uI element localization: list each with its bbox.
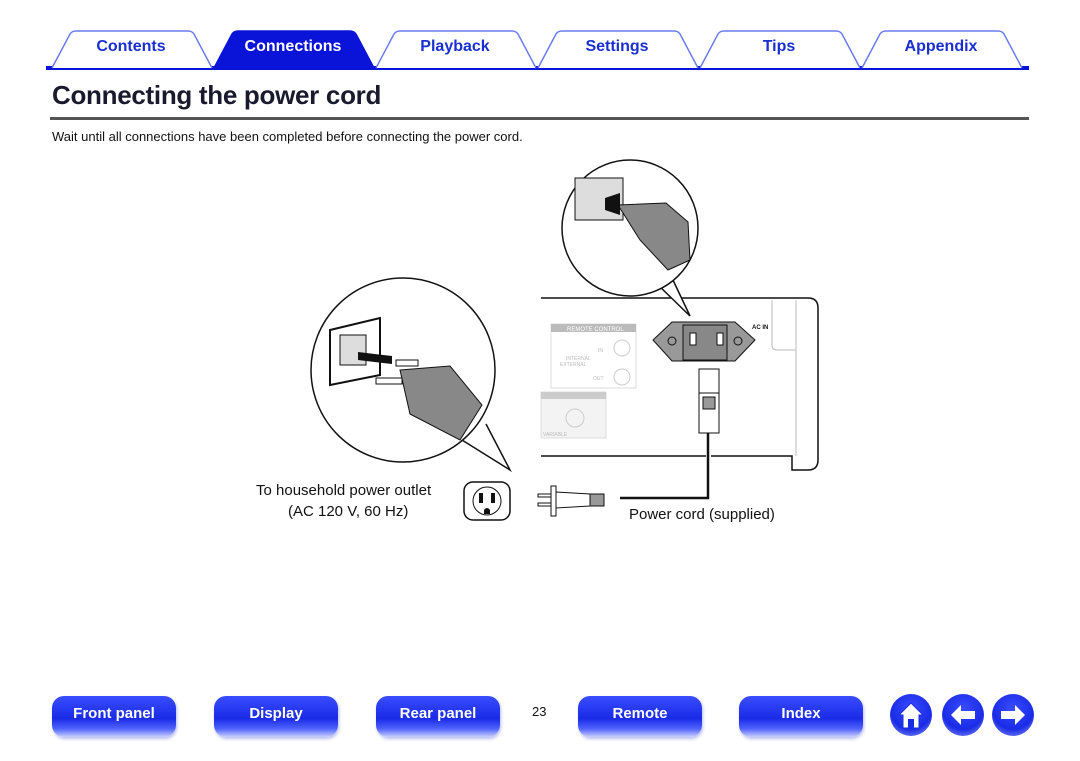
outlet-voltage-label: (AC 120 V, 60 Hz): [288, 503, 409, 520]
home-icon: [897, 702, 925, 729]
rear-panel-button[interactable]: Rear panel: [376, 696, 500, 737]
power-cord-diagram: REMOTE CONTROL IN OUT INTERNAL EXTERNAL …: [310, 159, 819, 521]
tab-label: Contents: [96, 38, 166, 55]
button-label: Display: [249, 705, 303, 722]
tab-appendix[interactable]: Appendix: [860, 30, 1023, 69]
tab-label: Appendix: [904, 38, 978, 55]
tab-tips[interactable]: Tips: [698, 30, 861, 69]
home-button[interactable]: [890, 694, 932, 736]
remote-control-label: REMOTE CONTROL: [567, 327, 624, 333]
plug-icon: [537, 485, 605, 517]
in-label: IN: [598, 348, 603, 354]
display-button[interactable]: Display: [214, 696, 338, 737]
arrow-right-icon: [1001, 705, 1025, 725]
external-label: EXTERNAL: [560, 362, 587, 368]
out-label: OUT: [593, 376, 604, 382]
wall-outlet-closeup: [310, 277, 512, 473]
tab-label: Tips: [762, 38, 796, 55]
page-number: 23: [532, 704, 547, 719]
outlet-icon: [463, 481, 511, 521]
tab-connections[interactable]: Connections: [212, 30, 376, 69]
device-rear-panel: REMOTE CONTROL IN OUT INTERNAL EXTERNAL …: [540, 297, 819, 500]
button-label: Index: [781, 705, 821, 722]
back-button[interactable]: [942, 694, 984, 736]
power-cord-label: Power cord (supplied): [629, 506, 775, 523]
ac-inlet-closeup: [561, 159, 699, 317]
variable-label: VARIABLE: [543, 432, 568, 438]
button-label: Rear panel: [399, 705, 477, 722]
tab-label: Playback: [420, 38, 490, 55]
outlet-label: To household power outlet: [256, 482, 432, 499]
button-label: Front panel: [73, 705, 155, 722]
tab-playback[interactable]: Playback: [374, 30, 537, 69]
front-panel-button[interactable]: Front panel: [52, 696, 176, 737]
arrow-left-icon: [951, 705, 975, 725]
tab-label: Connections: [244, 38, 342, 55]
forward-button[interactable]: [992, 694, 1034, 736]
tab-label: Settings: [585, 38, 649, 55]
tab-contents[interactable]: Contents: [50, 30, 213, 69]
tab-settings[interactable]: Settings: [536, 30, 699, 69]
index-button[interactable]: Index: [739, 696, 863, 737]
ac-in-label: AC IN: [752, 325, 768, 331]
remote-button[interactable]: Remote: [578, 696, 702, 737]
button-label: Remote: [612, 705, 668, 722]
